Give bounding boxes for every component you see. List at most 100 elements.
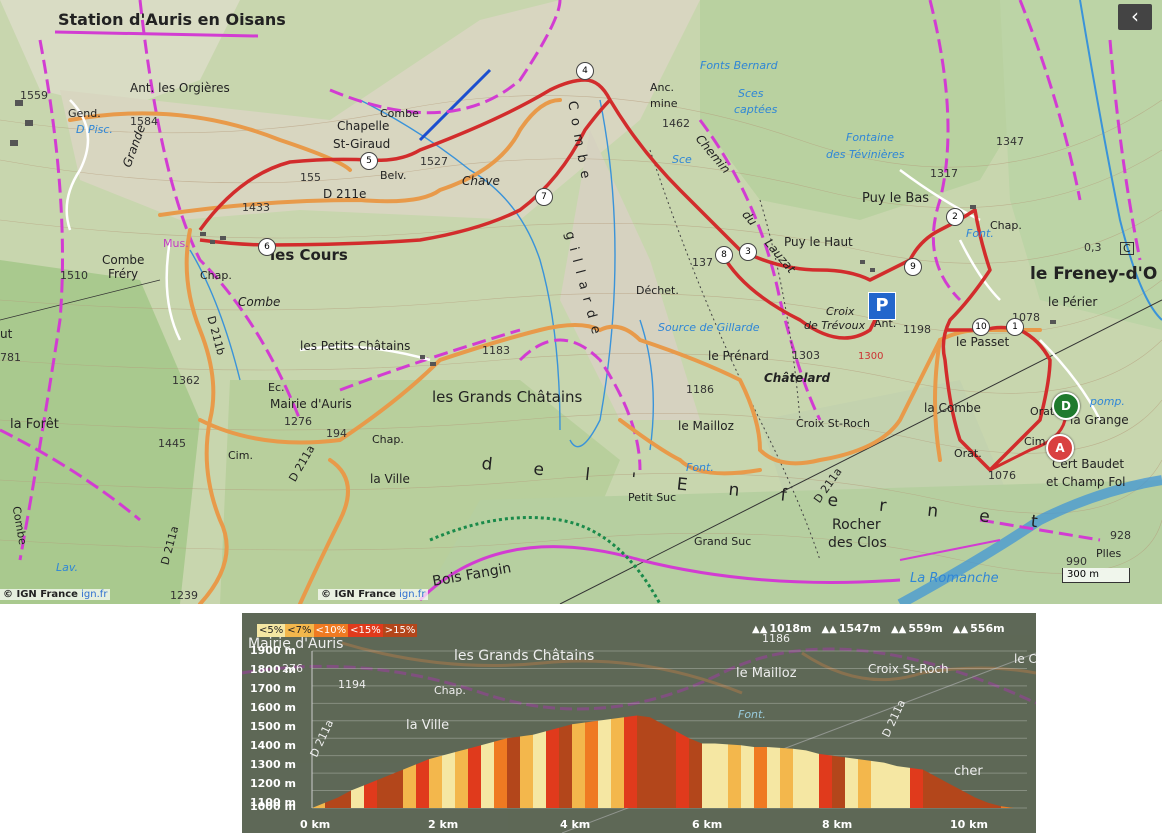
label-alt-1239: 1239 <box>170 589 198 602</box>
label-d211e: D 211e <box>323 187 367 201</box>
start-marker[interactable]: D <box>1052 392 1080 420</box>
profile-segment <box>429 755 442 808</box>
end-marker[interactable]: A <box>1046 434 1074 462</box>
x-tick-2: 2 km <box>428 818 459 831</box>
profile-segment <box>910 767 923 808</box>
label-alt-1186: 1186 <box>686 383 714 396</box>
label-alt-1347: 1347 <box>996 135 1024 148</box>
label-alt-194: 194 <box>326 427 347 440</box>
profile-stats: ▲▲ 1018m ▲▲ 1547m ▲▲ 559m ▲▲ 556m <box>752 622 1005 635</box>
label-anc-mine-2: mine <box>650 97 678 110</box>
waypoint-9[interactable]: 9 <box>904 258 922 276</box>
ascent-icon: ▲▲ <box>752 624 768 635</box>
stat-descent: ▲▲ 556m <box>953 622 1005 635</box>
profile-segment <box>689 738 702 808</box>
label-alt-1559: 1559 <box>20 89 48 102</box>
y-tick-1900: 1900 m <box>250 644 296 657</box>
label-plles: Plles <box>1096 547 1122 560</box>
label-le-perier: le Périer <box>1048 295 1098 309</box>
label-fontaine-2: des Tévinières <box>826 148 905 161</box>
x-tick-8: 8 km <box>822 818 853 831</box>
profile-segment <box>793 748 806 808</box>
label-le-passet: le Passet <box>956 335 1010 349</box>
credit-left-link[interactable]: ign.fr <box>81 589 107 600</box>
stat-max-value: 1547m <box>838 622 881 635</box>
max-altitude-icon: ▲▲ <box>821 624 837 635</box>
label-alt-1362: 1362 <box>172 374 200 387</box>
elevation-chart <box>242 613 1036 833</box>
label-alt-1433: 1433 <box>242 201 270 214</box>
label-mairie: Mairie d'Auris <box>270 397 352 411</box>
y-tick-1200: 1200 m <box>250 777 296 790</box>
label-la-combe: la Combe <box>924 401 981 415</box>
profile-segment <box>494 738 507 808</box>
label-puy-bas: Puy le Bas <box>862 191 930 206</box>
profile-bg-ville: la Ville <box>406 718 450 733</box>
label-alt-1527: 1527 <box>420 155 448 168</box>
label-belv: Belv. <box>380 169 407 182</box>
waypoint-7[interactable]: 7 <box>535 188 553 206</box>
profile-segment <box>806 750 819 808</box>
credit-right-link[interactable]: ign.fr <box>399 589 425 600</box>
label-sces-captees-2: captées <box>734 103 778 116</box>
y-tick-1300: 1300 m <box>250 758 296 771</box>
label-ut: ut <box>0 327 13 341</box>
profile-segment <box>845 757 858 808</box>
profile-segment <box>871 760 884 808</box>
waypoint-3[interactable]: 3 <box>739 243 757 261</box>
waypoint-2[interactable]: 2 <box>946 208 964 226</box>
credit-right-text: © IGN France <box>321 589 396 600</box>
y-tick-1000: 1000 m <box>250 800 296 813</box>
waypoint-4[interactable]: 4 <box>576 62 594 80</box>
label-anc-mine-1: Anc. <box>650 81 675 94</box>
y-tick-1700: 1700 m <box>250 682 296 695</box>
profile-segment <box>403 764 416 808</box>
label-alt-1303: 1303 <box>792 349 820 362</box>
legend-item-10: <10% <box>313 624 349 637</box>
label-c: C <box>1120 242 1134 255</box>
x-tick-6: 6 km <box>692 818 723 831</box>
profile-segment <box>884 762 897 808</box>
y-tick-1400: 1400 m <box>250 739 296 752</box>
scale-bar: 300 m <box>1062 568 1130 583</box>
label-chatelard: Châtelard <box>764 371 831 385</box>
waypoint-8[interactable]: 8 <box>715 246 733 264</box>
label-combe-frery-2: Fréry <box>108 267 139 281</box>
profile-segment <box>702 743 715 808</box>
label-les-cours: les Cours <box>270 246 348 264</box>
x-tick-10: 10 km <box>950 818 988 831</box>
profile-segment <box>559 724 572 808</box>
label-alt-1462: 1462 <box>662 117 690 130</box>
label-croix-st-roch: Croix St-Roch <box>796 417 870 430</box>
back-button[interactable]: ‹ <box>1118 4 1152 30</box>
waypoint-5[interactable]: 5 <box>360 152 378 170</box>
label-gend: Gend. <box>68 107 101 120</box>
waypoint-10[interactable]: 10 <box>972 318 990 336</box>
label-alt-1445: 1445 <box>158 437 186 450</box>
label-freney: le Freney-d'O <box>1030 264 1158 284</box>
label-orgieres: Ant. les Orgières <box>130 81 230 95</box>
label-sce: Sce <box>672 153 692 166</box>
x-tick-4: 4 km <box>560 818 591 831</box>
profile-segment <box>897 766 910 808</box>
label-pomp: pomp. <box>1090 395 1125 408</box>
elevation-profile[interactable]: Mairie d'Auris 276 1194 Chap. les Grands… <box>242 613 1036 833</box>
profile-segment <box>546 727 559 808</box>
label-puy-haut: Puy le Haut <box>784 235 853 249</box>
label-combe-top: Combe <box>380 107 419 120</box>
profile-bg-grands: les Grands Châtains <box>454 648 595 664</box>
y-tick-1800: 1800 m <box>250 663 296 676</box>
waypoint-1[interactable]: 1 <box>1006 318 1024 336</box>
parking-icon[interactable]: P <box>868 292 896 320</box>
legend-item-5: <5% <box>257 624 286 637</box>
topographic-map[interactable]: Station d'Auris en Oisans Ant. les Orgiè… <box>0 0 1162 604</box>
slope-legend: <5% <7% <10% <15% >15% <box>257 624 418 637</box>
stat-ascent-value: 1018m <box>769 622 812 635</box>
waypoint-6[interactable]: 6 <box>258 238 276 256</box>
label-orat-2: Orat. <box>954 447 982 460</box>
label-lav: Lav. <box>56 561 78 574</box>
profile-segment <box>676 731 689 808</box>
profile-segment <box>715 743 728 808</box>
legend-item-over-15: >15% <box>382 624 418 637</box>
profile-segment <box>637 715 650 808</box>
